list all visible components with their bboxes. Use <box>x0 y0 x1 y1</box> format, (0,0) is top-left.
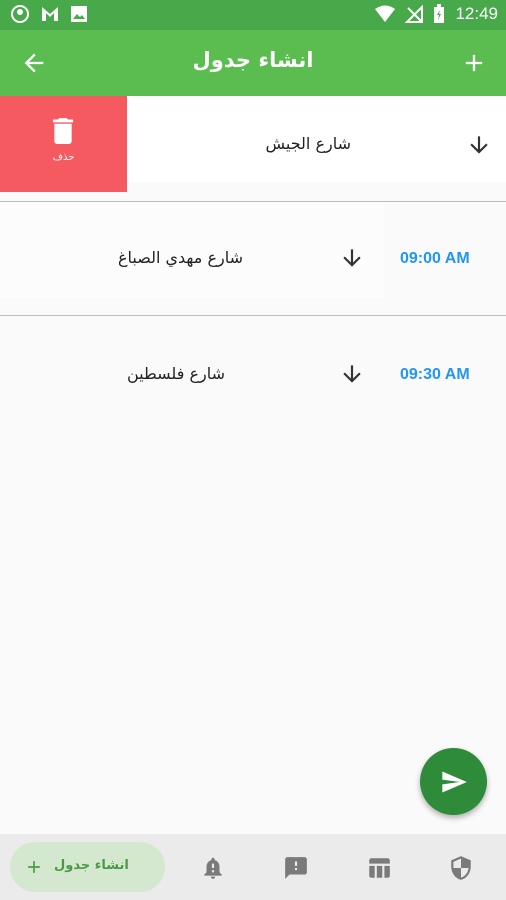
vpn-app-icon <box>11 5 29 23</box>
gmail-icon <box>42 7 58 21</box>
page-title: انشاء جدول <box>192 48 314 72</box>
street-name: شارع الجيش <box>265 134 351 153</box>
app-bar: انشاء جدول <box>0 30 506 96</box>
bottom-navigation: انشاء جدول <box>0 834 506 900</box>
no-signal-icon <box>405 5 424 23</box>
add-icon <box>28 861 40 873</box>
image-icon <box>71 6 87 22</box>
status-icons-left <box>10 4 88 24</box>
status-bar: 12:49 <box>0 0 506 30</box>
street-name: شارع فلسطين <box>127 364 225 383</box>
status-icons-right: 12:49 <box>375 4 498 24</box>
send-icon <box>442 771 467 793</box>
feedback-icon[interactable] <box>283 855 309 881</box>
arrow-down-icon[interactable] <box>339 245 365 271</box>
add-icon[interactable] <box>460 49 488 77</box>
schedule-row[interactable]: شارع مهدي الصباغ 09:00 AM <box>0 202 506 315</box>
arrow-down-icon[interactable] <box>466 132 492 158</box>
delete-label: حذف <box>52 152 75 163</box>
trash-icon <box>52 118 74 144</box>
schedule-row[interactable]: شارع فلسطين 09:30 AM <box>0 316 506 432</box>
delete-button[interactable]: حذف <box>0 96 127 192</box>
shield-icon[interactable] <box>448 855 474 881</box>
wifi-icon <box>375 5 396 22</box>
time-label[interactable]: 09:00 AM <box>400 250 470 268</box>
nav-item-create-schedule[interactable]: انشاء جدول <box>10 842 165 892</box>
arrow-down-icon[interactable] <box>339 361 365 387</box>
nav-item-label: انشاء جدول <box>54 858 129 873</box>
street-name: شارع مهدي الصباغ <box>117 248 243 267</box>
time-label[interactable]: 09:30 AM <box>400 366 470 384</box>
send-fab-button[interactable] <box>420 748 487 815</box>
status-time: 12:49 <box>455 4 498 23</box>
notification-alert-icon[interactable] <box>200 855 226 881</box>
table-icon[interactable] <box>366 855 392 881</box>
row-card: شارع الجيش <box>127 96 506 182</box>
schedule-row[interactable]: حذف شارع الجيش <box>0 96 506 192</box>
battery-icon <box>434 4 445 23</box>
